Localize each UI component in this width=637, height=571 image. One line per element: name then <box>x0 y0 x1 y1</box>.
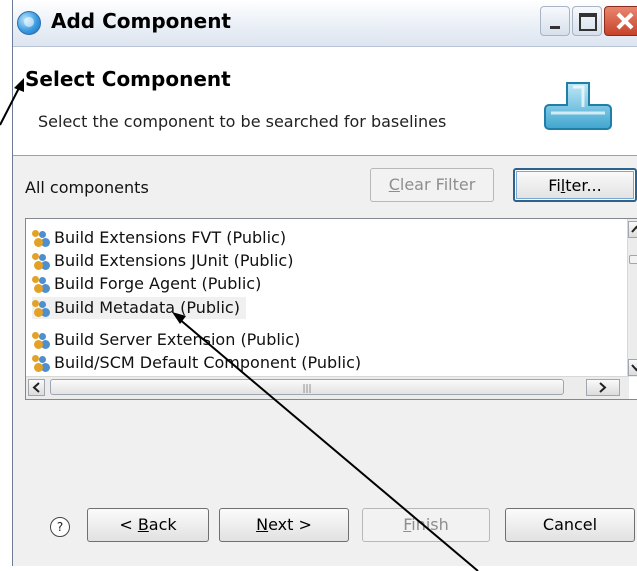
add-component-dialog: Add Component Select Component Select th… <box>12 0 637 566</box>
vertical-scroll-thumb[interactable] <box>629 255 637 264</box>
all-components-label: All components <box>25 178 149 197</box>
finish-button[interactable]: Finish <box>362 508 490 542</box>
back-label-end: ack <box>148 515 177 534</box>
list-item[interactable]: Build Extensions FVT (Public) <box>32 227 292 249</box>
component-icon <box>32 331 52 347</box>
component-label: Build Extensions FVT (Public) <box>54 228 287 247</box>
window-title: Add Component <box>51 9 231 33</box>
component-label: Build Server Extension (Public) <box>54 330 301 349</box>
scroll-up-button[interactable] <box>628 221 637 238</box>
filter-label-start: Fi <box>548 176 561 195</box>
scroll-down-button[interactable] <box>628 359 637 376</box>
wizard-header: Select Component Select the component to… <box>13 47 637 156</box>
component-icon <box>32 252 52 268</box>
list-item[interactable]: Build/SCM Default Component (Public) <box>32 352 367 374</box>
component-label: Build Metadata (Public) <box>54 298 240 317</box>
list-item[interactable]: Build Extensions JUnit (Public) <box>32 250 299 272</box>
component-label: Build/SCM Default Component (Public) <box>54 353 362 372</box>
clear-filter-label: lear Filter <box>399 175 476 194</box>
title-bar[interactable]: Add Component <box>13 0 637 47</box>
component-icon <box>32 275 52 291</box>
component-wizard-icon <box>544 82 612 130</box>
maximize-button[interactable] <box>572 6 602 36</box>
scroll-left-button[interactable] <box>28 379 45 396</box>
chevron-left-icon <box>32 382 40 393</box>
back-button[interactable]: < Back <box>87 508 209 542</box>
vertical-scrollbar[interactable] <box>627 219 637 377</box>
list-item-selected[interactable]: Build Metadata (Public) <box>32 297 246 319</box>
globe-icon <box>17 11 41 35</box>
minimize-button[interactable] <box>540 6 570 36</box>
chevron-right-icon <box>599 382 607 393</box>
next-mnemonic: N <box>256 515 269 534</box>
filter-label-end: ter... <box>565 176 602 195</box>
component-icon <box>32 229 52 245</box>
component-icon <box>32 299 52 315</box>
list-item[interactable]: Build Server Extension (Public) <box>32 329 306 351</box>
close-button[interactable] <box>604 6 637 36</box>
finish-label-end: inish <box>411 515 449 534</box>
component-icon <box>32 354 52 370</box>
list-item[interactable]: Build Forge Agent (Public) <box>32 273 267 295</box>
back-mnemonic: B <box>137 515 149 534</box>
cancel-button[interactable]: Cancel <box>505 508 635 542</box>
next-button[interactable]: Next > <box>219 508 349 542</box>
page-title: Select Component <box>25 67 231 91</box>
back-label-start: < <box>119 515 138 534</box>
chevron-down-icon <box>631 364 637 372</box>
page-description: Select the component to be searched for … <box>38 112 447 131</box>
filter-button[interactable]: Filter... <box>513 168 637 202</box>
clear-filter-mnemonic: C <box>388 175 400 194</box>
help-icon[interactable]: ? <box>50 517 70 537</box>
next-label-end: ext > <box>268 515 312 534</box>
component-label: Build Extensions JUnit (Public) <box>54 251 294 270</box>
horizontal-scrollbar[interactable]: ||| <box>26 376 629 399</box>
horizontal-scroll-thumb[interactable]: ||| <box>50 379 564 395</box>
clear-filter-button[interactable]: Clear Filter <box>370 168 494 202</box>
chevron-up-icon <box>631 225 637 233</box>
scroll-right-button[interactable] <box>586 379 620 396</box>
components-list[interactable]: Build Extensions FVT (Public) Build Exte… <box>25 218 637 400</box>
component-label: Build Forge Agent (Public) <box>54 274 262 293</box>
grip-icon: ||| <box>302 384 312 394</box>
